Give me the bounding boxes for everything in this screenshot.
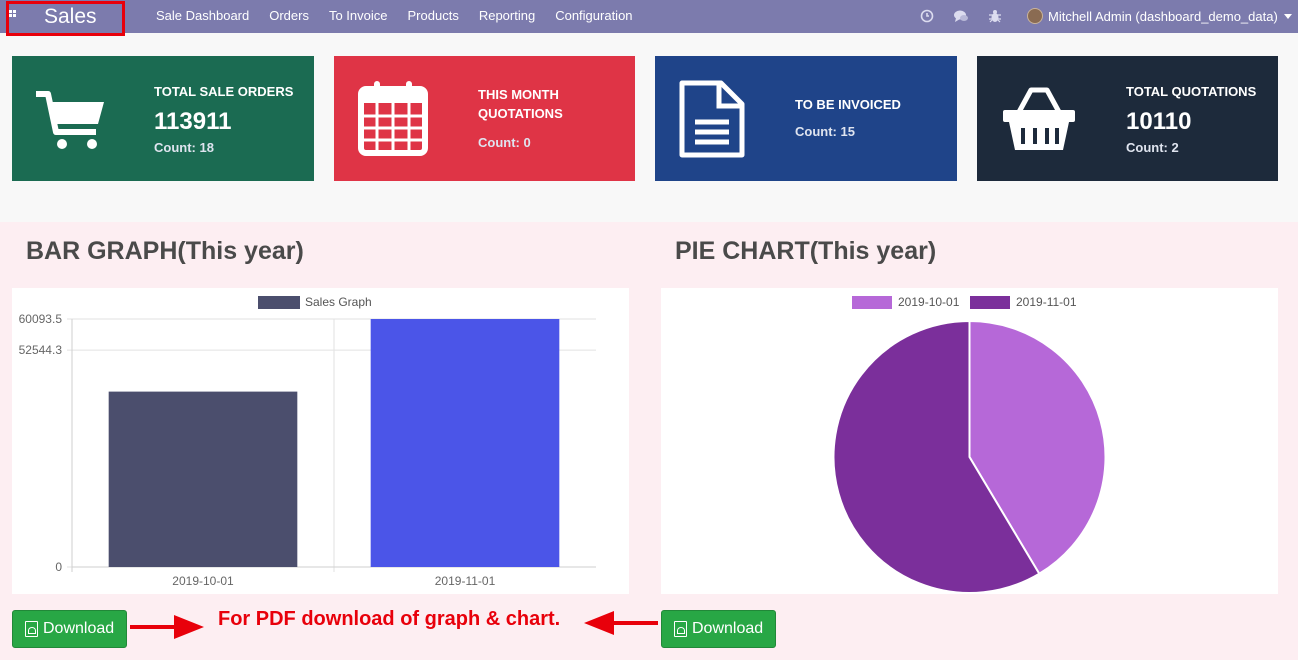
x-tick-label: 2019-11-01	[435, 574, 496, 588]
card-count: Count: 15	[795, 124, 855, 139]
pdf-icon	[674, 621, 687, 637]
arrow-right-icon	[130, 615, 204, 639]
user-menu[interactable]: Mitchell Admin (dashboard_demo_data)	[1027, 8, 1292, 24]
bar-chart: Sales Graph 60093.5 52544.3 0 2019-10-01 201…	[19, 295, 596, 588]
y-tick-label: 60093.5	[19, 312, 63, 326]
bar-chart-panel: Sales Graph 60093.5 52544.3 0 2019-10-01 201…	[12, 288, 629, 594]
legend-swatch	[852, 296, 892, 309]
bar[interactable]	[108, 391, 298, 567]
chevron-down-icon	[1283, 13, 1292, 19]
download-label: Download	[43, 620, 115, 637]
cart-icon	[36, 91, 104, 149]
avatar	[1027, 8, 1043, 24]
menu-item-to-invoice[interactable]: To Invoice	[319, 8, 398, 23]
card-total-quotations[interactable]: TOTAL QUOTATIONS 10110 Count: 2	[977, 56, 1278, 181]
pie-chart-title: PIE CHART(This year)	[675, 237, 937, 265]
document-icon	[679, 80, 745, 158]
card-count: Count: 2	[1126, 140, 1179, 155]
download-label: Download	[692, 620, 764, 637]
legend-swatch	[258, 296, 300, 309]
menu-item-reporting[interactable]: Reporting	[469, 8, 545, 23]
y-tick-label: 52544.3	[19, 343, 63, 357]
main-menu: Sale Dashboard Orders To Invoice Product…	[146, 8, 643, 23]
menu-item-orders[interactable]: Orders	[259, 8, 319, 23]
arrow-left-icon	[584, 611, 658, 635]
card-label: TO BE INVOICED	[795, 97, 901, 112]
bar[interactable]	[370, 319, 560, 567]
bar-download-button[interactable]: Download	[12, 610, 128, 648]
menu-item-products[interactable]: Products	[398, 8, 469, 23]
card-value: 113911	[154, 108, 232, 135]
pdf-download-note: For PDF download of graph & chart.	[218, 608, 561, 630]
pie-download-button[interactable]: Download	[661, 610, 777, 648]
pie-chart-panel: 2019-10-01 2019-11-01	[661, 288, 1278, 594]
legend-label: 2019-11-01	[1016, 295, 1077, 309]
bug-icon[interactable]	[987, 8, 1003, 24]
menu-item-sale-dashboard[interactable]: Sale Dashboard	[146, 8, 259, 23]
user-name: Mitchell Admin (dashboard_demo_data)	[1048, 8, 1278, 24]
card-value: 10110	[1126, 108, 1192, 135]
basket-icon	[1003, 87, 1075, 150]
top-navbar: Sales Sale Dashboard Orders To Invoice P…	[0, 0, 1298, 36]
pdf-icon	[25, 621, 38, 637]
app-title[interactable]: Sales	[44, 5, 97, 29]
x-tick-label: 2019-10-01	[172, 574, 234, 588]
card-this-month-quotations[interactable]: THIS MONTH QUOTATIONS Count: 0	[334, 56, 635, 181]
card-total-sale-orders[interactable]: TOTAL SALE ORDERS 113911 Count: 18	[12, 56, 314, 181]
menu-item-configuration[interactable]: Configuration	[545, 8, 642, 23]
card-count: Count: 0	[478, 135, 531, 150]
y-tick-label: 0	[55, 560, 62, 574]
legend-label: Sales Graph	[305, 295, 372, 309]
card-label: THIS MONTH QUOTATIONS	[478, 87, 563, 121]
card-label: TOTAL QUOTATIONS	[1126, 84, 1257, 99]
calendar-icon	[358, 81, 428, 156]
card-to-be-invoiced[interactable]: TO BE INVOICED Count: 15	[655, 56, 957, 181]
legend-swatch	[970, 296, 1010, 309]
chat-icon[interactable]	[953, 8, 969, 24]
card-count: Count: 18	[154, 140, 214, 155]
card-label: TOTAL SALE ORDERS	[154, 84, 294, 99]
clock-icon[interactable]	[919, 8, 935, 24]
bar-graph-title: BAR GRAPH(This year)	[26, 237, 304, 265]
pie-chart: 2019-10-01 2019-11-01	[832, 295, 1107, 594]
legend-label: 2019-10-01	[898, 295, 960, 309]
